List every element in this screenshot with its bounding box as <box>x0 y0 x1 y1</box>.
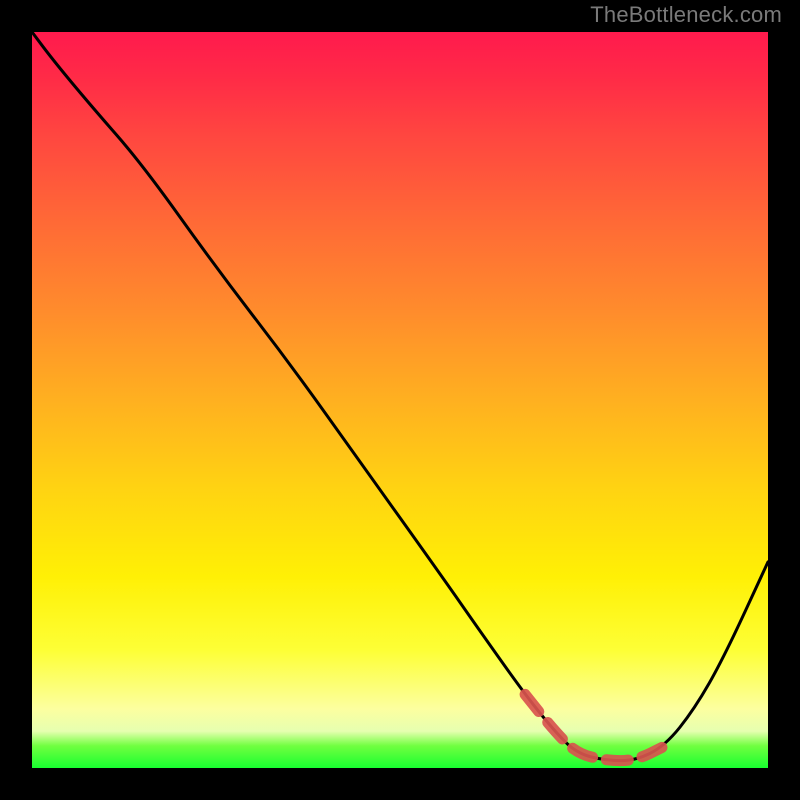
watermark-text: TheBottleneck.com <box>590 2 782 28</box>
chart-frame: TheBottleneck.com <box>0 0 800 800</box>
bottleneck-curve <box>32 32 768 761</box>
plot-area <box>32 32 768 768</box>
optimal-range-highlight <box>525 694 665 760</box>
curve-layer <box>32 32 768 768</box>
